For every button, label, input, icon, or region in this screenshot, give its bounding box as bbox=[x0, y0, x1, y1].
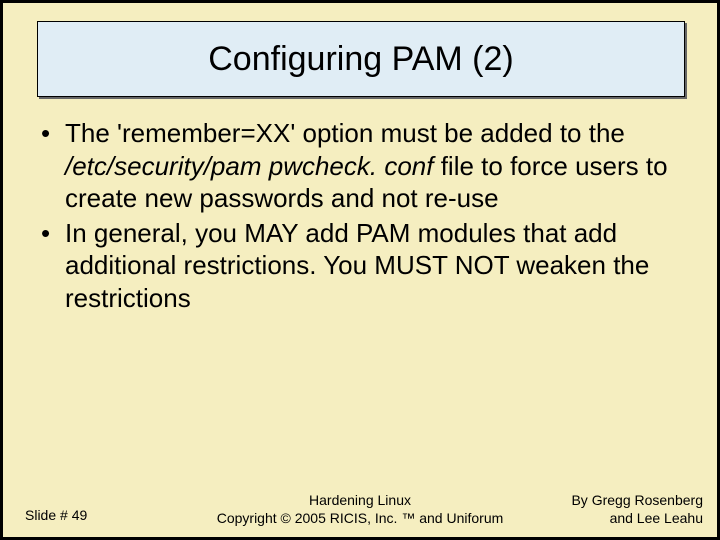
bullet-text-pre: In general, you MAY add PAM modules that… bbox=[65, 218, 649, 313]
footer-right-line2: and Lee Leahu bbox=[571, 510, 703, 528]
bullet-marker: • bbox=[41, 117, 65, 215]
bullet-text: The 'remember=XX' option must be added t… bbox=[65, 117, 685, 215]
bullet-text-pre: The 'remember=XX' option must be added t… bbox=[65, 118, 625, 148]
footer: Slide # 49 Hardening Linux Copyright © 2… bbox=[3, 483, 717, 531]
footer-right-line1: By Gregg Rosenberg bbox=[571, 492, 703, 510]
title-box: Configuring PAM (2) bbox=[37, 21, 685, 97]
bullet-text: In general, you MAY add PAM modules that… bbox=[65, 217, 685, 315]
slide-title: Configuring PAM (2) bbox=[208, 40, 514, 79]
bullet-item: • The 'remember=XX' option must be added… bbox=[41, 117, 685, 215]
body-text: • The 'remember=XX' option must be added… bbox=[41, 117, 685, 316]
bullet-marker: • bbox=[41, 217, 65, 315]
footer-authors: By Gregg Rosenberg and Lee Leahu bbox=[571, 492, 703, 527]
bullet-text-italic: /etc/security/pam pwcheck. conf bbox=[65, 151, 433, 181]
bullet-item: • In general, you MAY add PAM modules th… bbox=[41, 217, 685, 315]
slide: Configuring PAM (2) • The 'remember=XX' … bbox=[2, 2, 718, 538]
